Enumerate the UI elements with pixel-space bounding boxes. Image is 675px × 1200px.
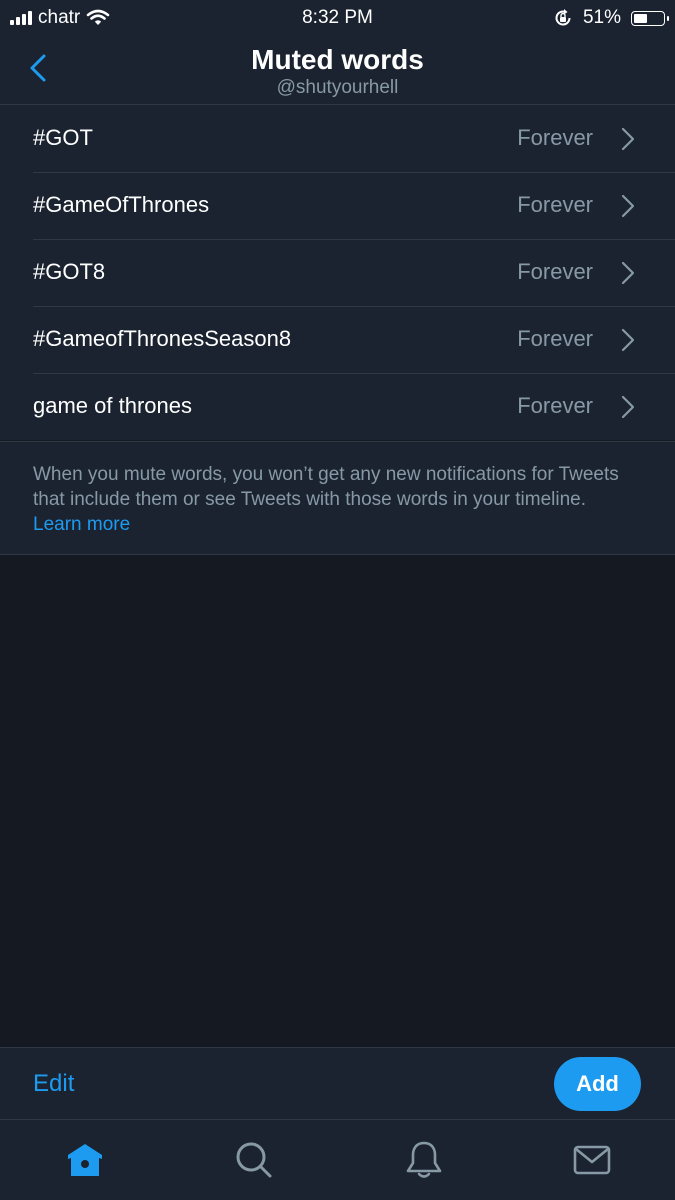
battery-percent: 51% (582, 7, 621, 28)
mute-duration: Forever (517, 125, 593, 150)
mute-duration: Forever (517, 192, 593, 217)
action-bar: Edit Add (0, 1047, 675, 1120)
home-icon[interactable] (63, 1138, 107, 1182)
edit-button[interactable]: Edit (33, 1070, 74, 1098)
info-paragraph: When you mute words, you won’t get any n… (33, 462, 635, 537)
notifications-bell-icon[interactable] (402, 1138, 446, 1182)
messages-envelope-icon[interactable] (570, 1138, 614, 1182)
chevron-right-icon (621, 328, 635, 352)
orientation-lock-icon (555, 9, 571, 26)
muted-word-row[interactable]: #GOT Forever (0, 105, 675, 172)
battery-level-fill (634, 13, 648, 23)
battery-icon (631, 10, 669, 26)
page-title: Muted words (251, 44, 424, 75)
muted-word-row[interactable]: game of thrones Forever (0, 373, 675, 440)
chevron-right-icon (621, 127, 635, 151)
mute-duration: Forever (517, 393, 593, 418)
add-button[interactable]: Add (554, 1057, 641, 1111)
tab-bar (0, 1120, 675, 1200)
search-icon[interactable] (232, 1138, 276, 1182)
muted-word: #GameofThronesSeason8 (33, 326, 292, 351)
muted-word-row[interactable]: #GOT8 Forever (0, 239, 675, 306)
muted-word: #GameOfThrones (33, 192, 210, 217)
status-bar: chatr 8:32 PM 51% (0, 0, 675, 36)
muted-words-list: #GOT Forever #GameOfThrones Forever #GOT… (0, 105, 675, 440)
muted-word: game of thrones (33, 393, 192, 418)
muted-words-info: When you mute words, you won’t get any n… (0, 441, 675, 555)
mute-duration: Forever (517, 259, 593, 284)
mute-duration: Forever (517, 326, 593, 351)
chevron-right-icon (621, 261, 635, 285)
muted-word-row[interactable]: #GameofThronesSeason8 Forever (0, 306, 675, 373)
chevron-right-icon (621, 395, 635, 419)
learn-more-link[interactable]: Learn more (33, 514, 130, 535)
muted-word-row[interactable]: #GameOfThrones Forever (0, 172, 675, 239)
muted-word: #GOT (33, 125, 93, 150)
status-right: 51% (553, 7, 669, 29)
account-handle: @shutyourhell (276, 77, 399, 98)
chevron-right-icon (621, 194, 635, 218)
info-text: When you mute words, you won’t get any n… (33, 464, 619, 510)
muted-word: #GOT8 (33, 259, 106, 284)
navigation-bar: Muted words @shutyourhell (0, 36, 675, 105)
